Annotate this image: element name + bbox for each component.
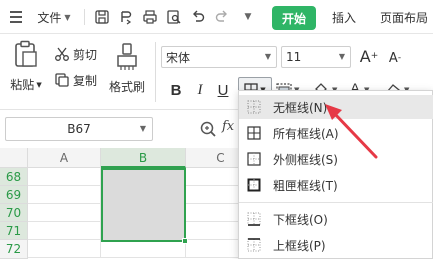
row-header[interactable]: 70 [0, 204, 28, 222]
column-header-a[interactable]: A [28, 148, 101, 168]
menu-item-label: 下框线(O) [273, 212, 328, 227]
format-painter-label: 格式刷 [108, 80, 145, 94]
paste-button[interactable]: 粘贴 ▼ [8, 40, 44, 102]
menu-divider [239, 202, 433, 203]
insert-function-button[interactable]: fx [222, 119, 234, 134]
top-border-icon [247, 238, 261, 252]
hamburger-menu-icon[interactable] [6, 2, 26, 32]
name-box[interactable]: B67 ▼ [5, 117, 153, 141]
menu-item-bottom-border[interactable]: 下框线(O) [239, 207, 433, 231]
redo-icon[interactable] [210, 2, 234, 32]
menu-bar: 文件 ▼ ▼ 开始 插入 页面布局 [0, 0, 433, 34]
decrease-font-size-button[interactable]: A- [384, 46, 406, 70]
cell[interactable] [28, 168, 101, 186]
menu-item-no-border[interactable]: 无框线(N) [239, 95, 433, 119]
menu-item-outside-borders[interactable]: 外侧框线(S) [239, 147, 433, 171]
paste-icon [15, 40, 37, 67]
no-border-icon [247, 100, 261, 114]
export-pdf-icon[interactable] [114, 2, 138, 32]
chevron-down-icon: ▼ [36, 80, 42, 89]
font-name-select[interactable]: 宋体 ▼ [161, 46, 277, 68]
font-name-value: 宋体 [166, 50, 191, 65]
format-painter-button[interactable]: 格式刷 [104, 42, 150, 102]
fill-handle[interactable] [182, 238, 188, 244]
italic-button[interactable]: I [189, 78, 211, 102]
menu-item-label: 所有框线(A) [273, 126, 339, 141]
thick-box-border-icon [247, 178, 261, 192]
row-header[interactable]: 71 [0, 222, 28, 240]
cell[interactable] [28, 204, 101, 222]
copy-label: 复制 [73, 73, 98, 88]
increase-font-size-button[interactable]: A + [358, 44, 380, 68]
divider [84, 9, 85, 25]
more-chevron-icon[interactable]: ▼ [236, 2, 260, 32]
menu-item-thick-box-border[interactable]: 粗匣框线(T) [239, 173, 433, 197]
decrease-font-label: A [388, 50, 398, 66]
cell[interactable] [28, 240, 101, 258]
print-preview-icon[interactable] [162, 2, 186, 32]
scissors-icon [55, 47, 69, 61]
zoom-icon[interactable] [199, 120, 217, 138]
menu-item-label: 无框线(N) [273, 100, 328, 115]
select-all-corner[interactable] [0, 148, 28, 168]
menu-item-label: 粗匣框线(T) [273, 178, 338, 193]
cell[interactable] [101, 240, 186, 258]
chevron-down-icon: ▼ [338, 52, 345, 61]
bottom-border-icon [247, 212, 261, 226]
underline-button[interactable]: U [212, 78, 234, 102]
menu-item-all-borders[interactable]: 所有框线(A) [239, 121, 433, 145]
menu-item-label: 外侧框线(S) [273, 152, 338, 167]
row-header[interactable]: 68 [0, 168, 28, 186]
row-header[interactable]: 72 [0, 240, 28, 259]
divider [155, 42, 156, 102]
paste-label: 粘贴 [10, 78, 35, 92]
cut-label: 剪切 [73, 47, 98, 62]
chevron-down-icon: ▼ [139, 124, 146, 133]
bold-button[interactable]: B [165, 78, 187, 102]
copy-button[interactable]: 复制 [54, 70, 97, 90]
cell[interactable] [28, 222, 101, 240]
font-size-select[interactable]: 11 ▼ [281, 46, 351, 68]
cell-reference: B67 [67, 122, 91, 136]
cell[interactable] [28, 186, 101, 204]
copy-icon [55, 73, 69, 87]
save-icon[interactable] [90, 2, 114, 32]
menu-item-label: 上框线(P) [273, 238, 326, 253]
format-painter-icon [117, 43, 137, 70]
menu-item-top-border[interactable]: 上框线(P) [239, 233, 433, 257]
undo-icon[interactable] [186, 2, 210, 32]
border-dropdown-menu: 无框线(N) 所有框线(A) 外侧框线(S) 粗匣框线(T) 下框线(O) 上框… [238, 90, 433, 259]
font-size-value: 11 [286, 50, 302, 64]
chevron-down-icon: ▼ [264, 52, 271, 61]
file-menu[interactable]: 文件 ▼ [28, 2, 80, 32]
print-icon[interactable] [138, 2, 162, 32]
chevron-down-icon: ▼ [64, 12, 71, 22]
tab-insert[interactable]: 插入 [322, 2, 366, 32]
increase-font-label: A [359, 46, 371, 66]
cut-button[interactable]: 剪切 [54, 44, 97, 64]
selection-range[interactable] [101, 168, 186, 242]
tab-home[interactable]: 开始 [272, 6, 316, 30]
column-header-b[interactable]: B [101, 148, 186, 168]
outside-borders-icon [247, 152, 261, 166]
all-borders-icon [247, 126, 261, 140]
file-menu-label: 文件 [37, 10, 62, 25]
tab-page-layout[interactable]: 页面布局 [372, 2, 433, 32]
row-header[interactable]: 69 [0, 186, 28, 204]
